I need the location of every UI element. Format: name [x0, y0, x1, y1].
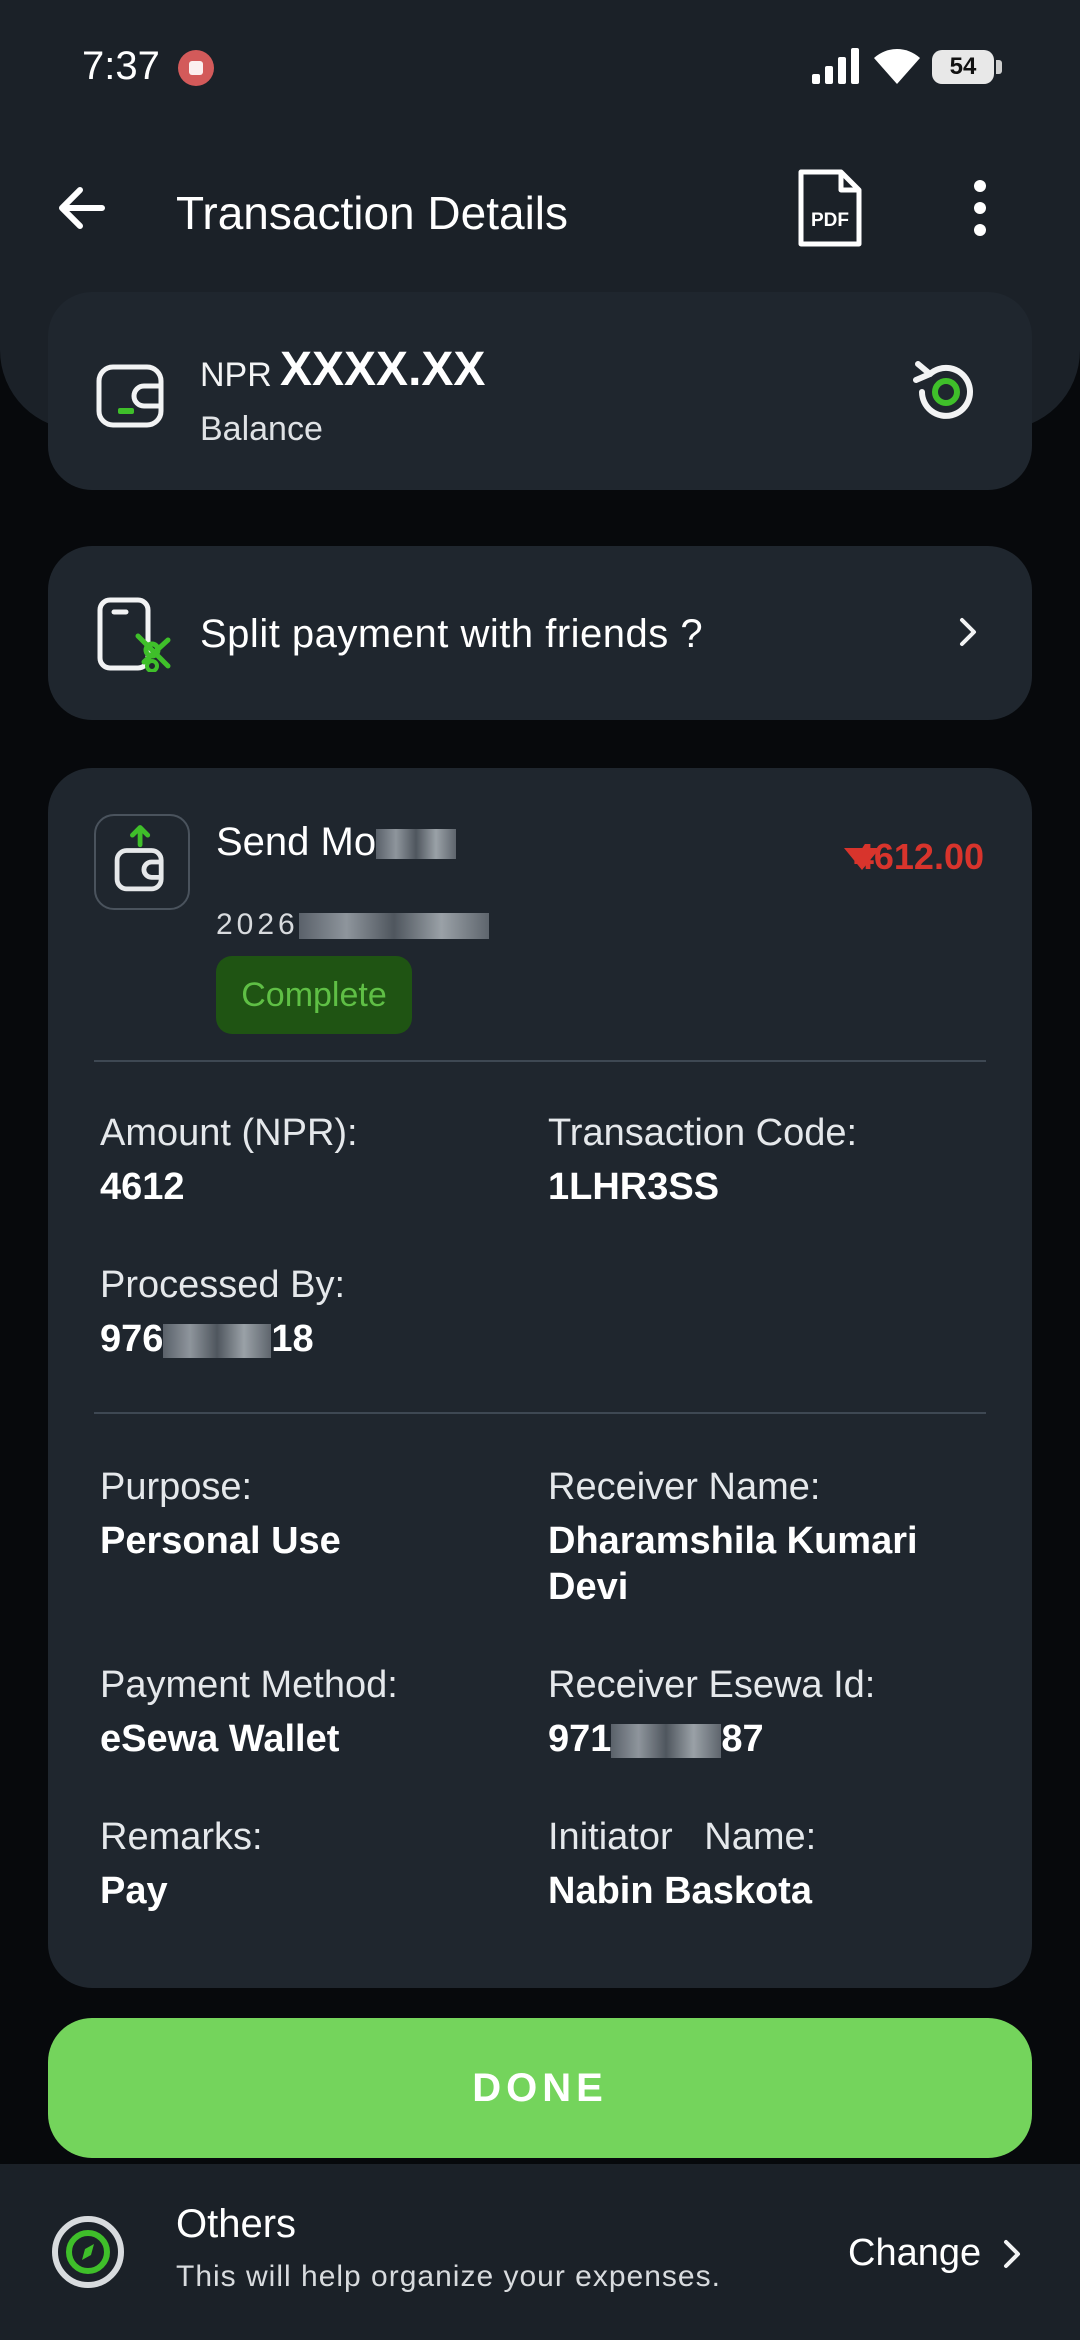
done-button[interactable]: DONE: [48, 2018, 1032, 2158]
receiver-name-value: Dharamshila Kumari Devi: [548, 1520, 918, 1608]
processed-by-prefix: 976: [100, 1318, 164, 1360]
balance-amount[interactable]: XXXX.XX: [280, 342, 485, 397]
category-subtitle: This will help organize your expenses.: [176, 2260, 721, 2293]
transaction-code-value[interactable]: 1LHR3SS: [548, 1164, 719, 1210]
esewa-id-suffix: 87: [721, 1718, 764, 1760]
category-title: Others: [176, 2202, 297, 2246]
chevron-right-icon: [960, 618, 976, 646]
divider: [94, 1060, 986, 1062]
processed-by-suffix: 18: [271, 1318, 314, 1360]
status-bar: 7:37 54: [0, 0, 1080, 130]
wifi-icon: [874, 49, 920, 84]
transaction-code-label: Transaction Code:: [548, 1112, 858, 1154]
esewa-id-prefix: 971: [548, 1718, 612, 1760]
receiver-name-label: Receiver Name:: [548, 1466, 821, 1508]
change-category-button[interactable]: Change: [848, 2232, 981, 2275]
transaction-type-visible: Send Mo: [216, 820, 377, 864]
transaction-type: Send Mo: [216, 820, 457, 865]
page-title: Transaction Details: [176, 187, 569, 239]
back-arrow-icon[interactable]: [52, 176, 116, 240]
remarks-label: Remarks:: [100, 1816, 263, 1858]
balance-currency: NPR: [200, 356, 272, 394]
amount-value: 4612: [100, 1166, 185, 1208]
initiator-name-label: Initiator Name:: [548, 1816, 817, 1858]
category-bar: Others This will help organize your expe…: [0, 2164, 1080, 2340]
more-options-icon[interactable]: [960, 176, 1000, 240]
payment-method-value: eSewa Wallet: [100, 1718, 340, 1760]
transaction-amount: 4612.00: [853, 836, 984, 877]
purpose-value: Personal Use: [100, 1520, 341, 1562]
split-payment-icon: [97, 597, 171, 672]
compass-icon: [52, 2216, 124, 2288]
transaction-date-visible: 2026: [216, 908, 299, 941]
split-payment-card[interactable]: Split payment with friends ?: [48, 546, 1032, 720]
transaction-detail-card: Send Mo 2026 Complete 4612.00 Amount (NP…: [48, 768, 1032, 1988]
pdf-icon-label: PDF: [811, 210, 849, 231]
balance-card: NPR XXXX.XX Balance: [48, 292, 1032, 490]
receiver-esewa-id-label: Receiver Esewa Id:: [548, 1664, 876, 1706]
remarks-value: Pay: [100, 1870, 168, 1912]
screen-record-icon: [178, 50, 214, 86]
processed-by-value: 976 18: [100, 1316, 314, 1362]
status-badge: Complete: [216, 956, 412, 1034]
pdf-download-icon[interactable]: PDF: [795, 168, 865, 248]
amount-label: Amount (NPR):: [100, 1112, 358, 1154]
purpose-label: Purpose:: [100, 1466, 253, 1508]
chevron-right-icon[interactable]: [996, 2234, 1028, 2274]
refresh-icon[interactable]: [908, 354, 984, 430]
payment-method-label: Payment Method:: [100, 1664, 398, 1706]
balance-label: Balance: [200, 410, 323, 448]
transaction-date: 2026: [216, 908, 489, 942]
initiator-name-value: Nabin Baskota: [548, 1870, 812, 1912]
signal-icon: [812, 48, 859, 84]
wallet-send-icon: [114, 825, 164, 892]
wallet-icon: [96, 364, 164, 428]
split-payment-label: Split payment with friends ?: [200, 612, 704, 656]
processed-by-label: Processed By:: [100, 1264, 345, 1306]
status-time: 7:37: [82, 44, 160, 88]
receiver-esewa-id-value: 971 87: [548, 1716, 764, 1762]
battery-icon: 54: [932, 50, 1002, 84]
divider: [94, 1412, 986, 1414]
send-money-icon-box: [94, 814, 190, 910]
